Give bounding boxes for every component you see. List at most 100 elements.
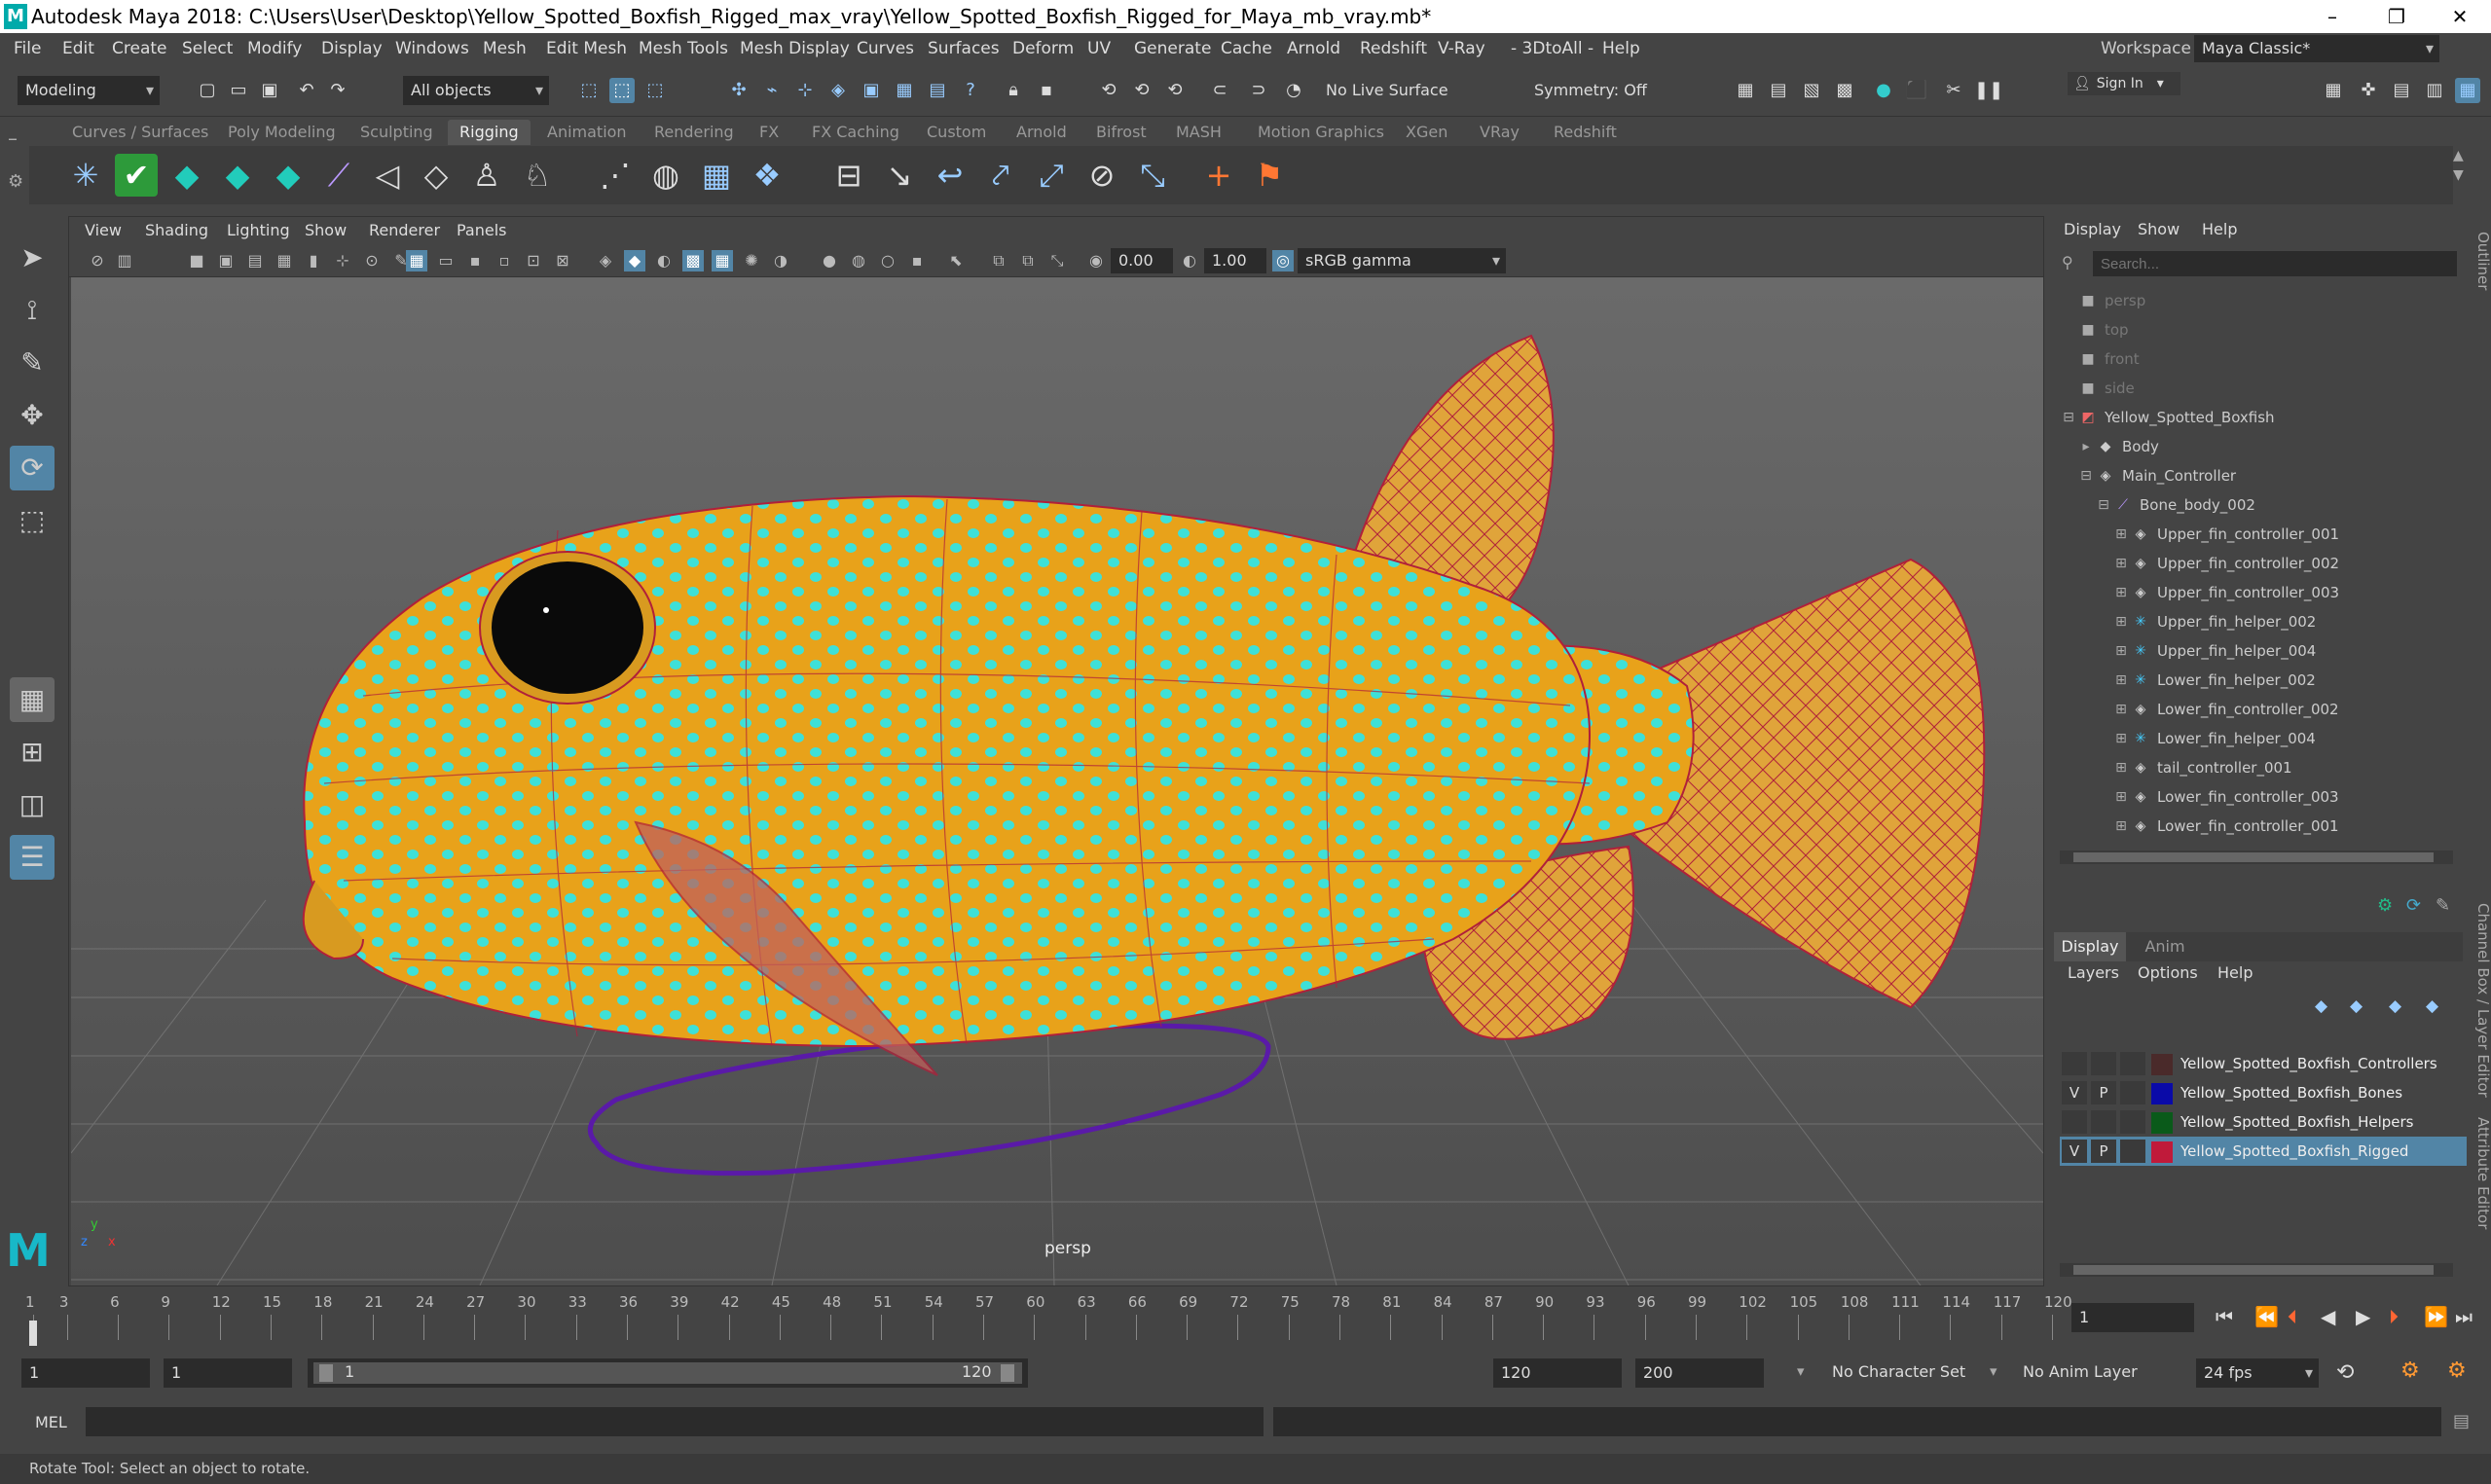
side-tab-attribute-editor[interactable]: Attribute Editor	[2469, 1117, 2491, 1253]
camera-snap-icon[interactable]: ◔	[1281, 78, 1306, 103]
layer-display-type-toggle[interactable]	[2120, 1110, 2145, 1134]
layer-menu-layers[interactable]: Layers	[2068, 963, 2119, 982]
paint-select-tool-icon[interactable]: ✎	[10, 341, 55, 385]
history-icon[interactable]: ▪	[1034, 78, 1059, 103]
layer-color-swatch[interactable]	[2151, 1112, 2173, 1134]
outliner-item[interactable]: ■ front	[2052, 344, 2451, 374]
outliner-item[interactable]: ⊞ ◈ Upper_fin_controller_002	[2052, 549, 2451, 578]
layer-options-icon[interactable]: ⚙	[2377, 895, 2393, 916]
vp-menu-shading[interactable]: Shading	[145, 221, 208, 239]
menu-modify[interactable]: Modify	[247, 39, 302, 58]
layer-menu-options[interactable]: Options	[2138, 963, 2198, 982]
expand-toggle-icon[interactable]: ⊞	[2112, 671, 2130, 689]
layer-color-swatch[interactable]	[2151, 1141, 2173, 1163]
minimize-button[interactable]: –	[2301, 0, 2363, 33]
go-to-end-icon[interactable]: ⏭	[2455, 1305, 2473, 1328]
layer-visibility-toggle[interactable]: V	[2062, 1140, 2087, 1163]
shelf-tab-animation[interactable]: Animation	[535, 120, 639, 145]
smooth-bind-icon[interactable]: ◆	[216, 154, 259, 197]
outliner-item[interactable]: ⊞ ◈ Upper_fin_controller_003	[2052, 578, 2451, 607]
move-layer-up-icon[interactable]: ◆	[2315, 996, 2327, 1016]
wireframe-icon[interactable]: ⊠	[552, 250, 573, 271]
vray-render-icon[interactable]: ⬛	[1904, 78, 1929, 103]
menu-mesh-tools[interactable]: Mesh Tools	[639, 39, 728, 58]
playback-start-field[interactable]: 1	[164, 1358, 292, 1388]
move-layer-down-icon[interactable]: ◆	[2350, 996, 2363, 1016]
outliner-item[interactable]: ⊞ ✳ Lower_fin_helper_002	[2052, 666, 2451, 695]
menu-select[interactable]: Select	[182, 39, 233, 58]
outliner-item[interactable]: ⊞ ✳ Upper_fin_helper_004	[2052, 636, 2451, 666]
outliner-hscroll-thumb[interactable]	[2073, 852, 2434, 862]
range-end-grip[interactable]	[1001, 1364, 1014, 1382]
shelf-tab-fx[interactable]: FX	[748, 120, 790, 145]
sign-in-button[interactable]: 👤︎ Sign In ▾	[2068, 72, 2180, 95]
character-controls-icon[interactable]: ✜	[2356, 78, 2381, 103]
constraint-parent-icon[interactable]: ⊟	[827, 154, 870, 197]
outliner-item[interactable]: ⊞ ◈ Lower_fin_controller_003	[2052, 782, 2451, 812]
eye[interactable]	[492, 561, 643, 694]
expand-toggle-icon[interactable]: ▸	[2077, 438, 2095, 455]
layer-hscroll-thumb[interactable]	[2073, 1265, 2434, 1275]
current-time-marker[interactable]	[29, 1321, 37, 1346]
attribute-editor-toggle-icon[interactable]: ▤	[2389, 78, 2414, 103]
shelf-tab-curves-surfaces[interactable]: Curves / Surfaces	[60, 120, 220, 145]
expand-toggle-icon[interactable]: ⊞	[2112, 759, 2130, 777]
render-settings-icon[interactable]: ▩	[1832, 78, 1857, 103]
menu-generate[interactable]: Generate	[1134, 39, 1211, 58]
layer-visibility-toggle[interactable]	[2062, 1052, 2087, 1075]
outliner-hscroll[interactable]	[2060, 851, 2453, 864]
menu-curves[interactable]: Curves	[857, 39, 914, 58]
shelf-tab-custom[interactable]: Custom	[915, 120, 998, 145]
modeling-toolkit-icon[interactable]: ▦	[2321, 78, 2346, 103]
constraint-aim-icon[interactable]: ⤢	[1030, 154, 1073, 197]
snap-extra-icon[interactable]: ▤	[925, 78, 950, 103]
menu-edit[interactable]: Edit	[62, 39, 94, 58]
outliner-item[interactable]: ⊞ ◈ Lower_fin_controller_002	[2052, 695, 2451, 724]
outliner-menu-help[interactable]: Help	[2202, 220, 2237, 238]
menu-windows[interactable]: Windows	[395, 39, 469, 58]
menu-create[interactable]: Create	[112, 39, 167, 58]
menu-uv[interactable]: UV	[1087, 39, 1111, 58]
hypershade-icon[interactable]: ●	[1871, 78, 1896, 103]
render-view-icon[interactable]: ▦	[1733, 78, 1758, 103]
constraint-point-icon[interactable]: ↘	[878, 154, 921, 197]
time-slider[interactable]: 1 3 6 9 12 15 18 21 24 27 30 33 36 39 42 45 48 51 54 57 60 63…	[0, 1289, 2491, 1348]
menu-arnold[interactable]: Arnold	[1287, 39, 1340, 58]
motion-blur-icon[interactable]: ◑	[770, 250, 791, 271]
layer-playback-toggle[interactable]: P	[2091, 1081, 2116, 1104]
menu-redshift[interactable]: Redshift	[1360, 39, 1427, 58]
step-back-frame-icon[interactable]: ⏴	[2288, 1305, 2297, 1328]
outliner-item[interactable]: ⊞ ◈ Lower_fin_controller_001	[2052, 812, 2451, 841]
redo-icon[interactable]: ↷	[325, 78, 350, 103]
field-chart-icon[interactable]: ▪	[464, 250, 486, 271]
gamma-field[interactable]: 1.00	[1204, 248, 1266, 273]
input-output-icon[interactable]: ⟲	[1096, 78, 1121, 103]
paint-weights-icon[interactable]: ◆	[267, 154, 310, 197]
maximize-button[interactable]: ❐	[2365, 0, 2428, 33]
xray-joints-icon[interactable]: ⬉	[945, 250, 967, 271]
select-by-hierarchy-icon[interactable]: ⬚	[576, 78, 602, 103]
view-transform-dropdown[interactable]: sRGB gamma	[1298, 248, 1506, 273]
outliner-item[interactable]: ⊟ ◈ Main_Controller	[2052, 461, 2451, 490]
shelf-tab-mash[interactable]: MASH	[1164, 120, 1233, 145]
expand-toggle-icon[interactable]: ⊞	[2112, 584, 2130, 601]
shelf-tab-rendering[interactable]: Rendering	[642, 120, 746, 145]
expand-toggle-icon[interactable]: ⊞	[2112, 701, 2130, 718]
range-slider[interactable]: 1 120	[308, 1358, 1028, 1388]
play-forward-icon[interactable]: ▶	[2356, 1305, 2370, 1328]
pole-vector-icon[interactable]: ⊘	[1081, 154, 1123, 197]
shelf-scroll-down-icon[interactable]: ▼	[2453, 167, 2464, 183]
scene-start-field[interactable]: 1	[21, 1358, 150, 1388]
outliner-item[interactable]: ⊞ ✳ Lower_fin_helper_004	[2052, 724, 2451, 753]
bookmark-icon[interactable]: ▮	[303, 250, 324, 271]
viewport-scene[interactable]: y x z persp	[70, 277, 2044, 1286]
vp-menu-lighting[interactable]: Lighting	[227, 221, 290, 239]
select-tool-icon[interactable]: ➤	[10, 235, 55, 280]
shelf-tab-poly-modeling[interactable]: Poly Modeling	[216, 120, 348, 145]
menu-mesh[interactable]: Mesh	[483, 39, 527, 58]
constraint-orient-icon[interactable]: ↩	[929, 154, 971, 197]
snap-curve-icon[interactable]: ⌁	[759, 78, 785, 103]
lock-icon[interactable]: 🔒︎	[1001, 78, 1026, 103]
snap-surface-icon[interactable]: ▦	[892, 78, 917, 103]
layer-playback-toggle[interactable]	[2091, 1052, 2116, 1075]
